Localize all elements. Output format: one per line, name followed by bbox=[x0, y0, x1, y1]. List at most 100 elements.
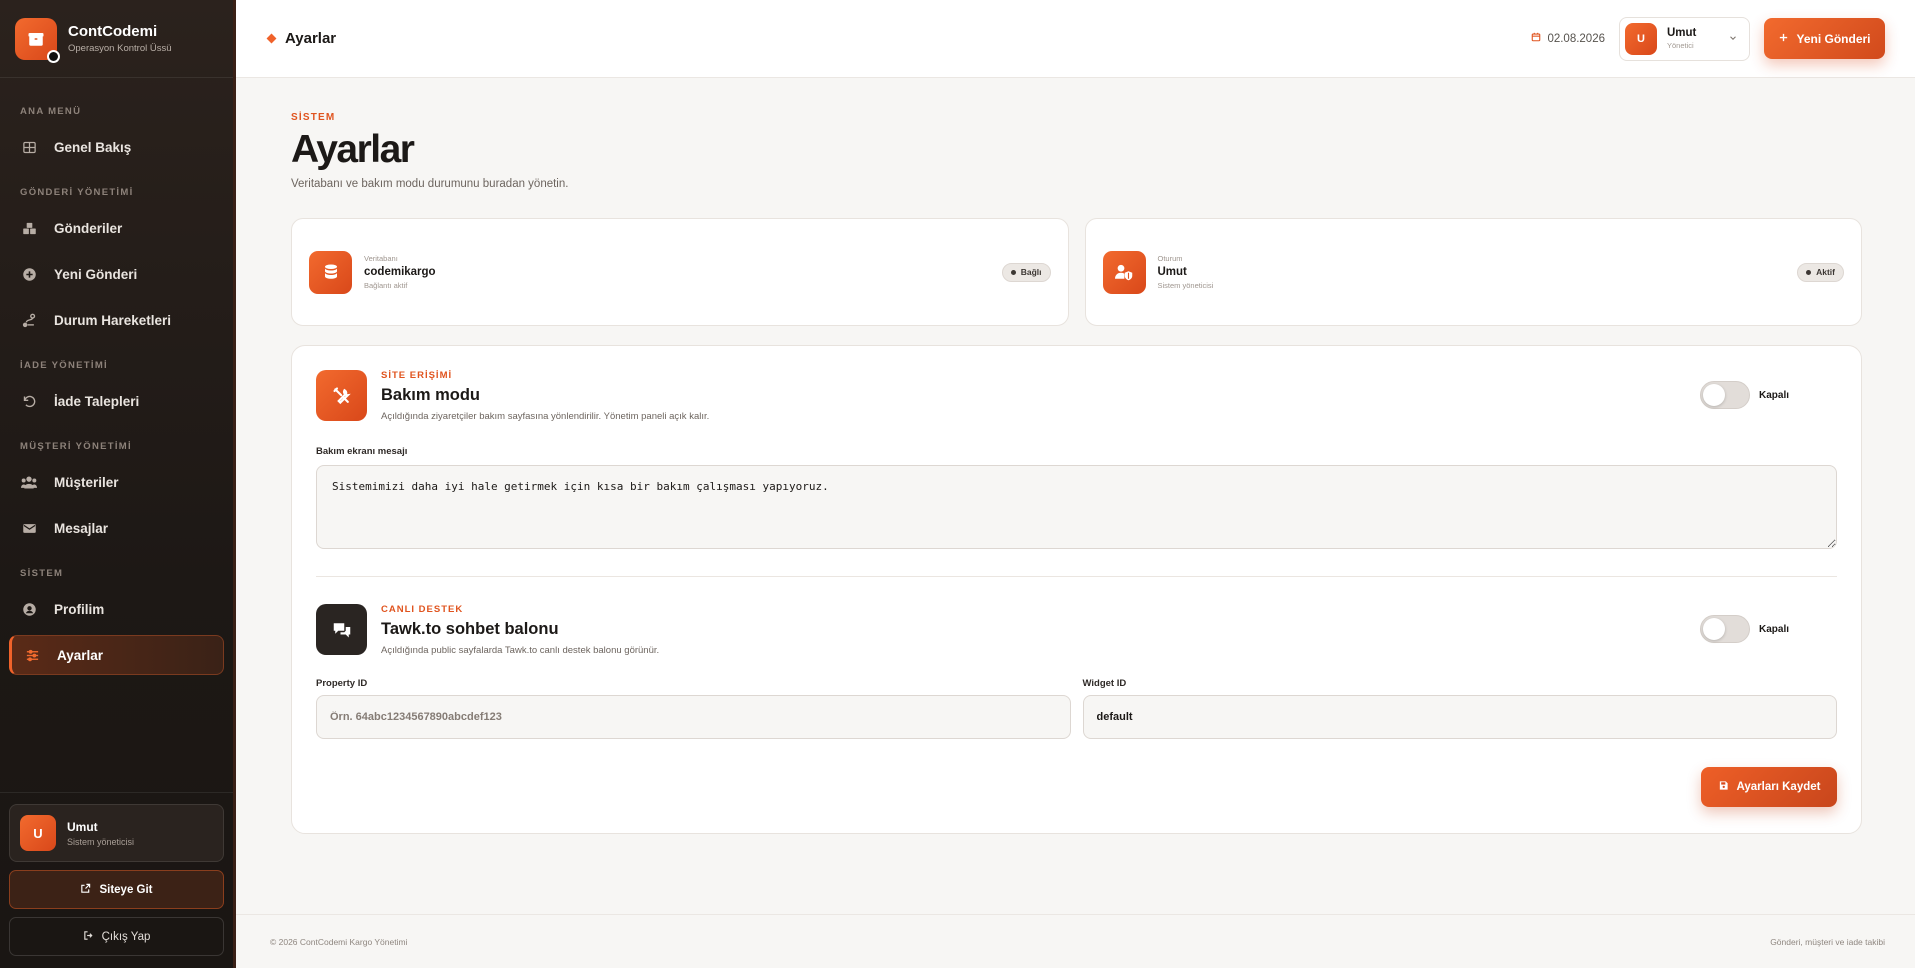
brand-subtitle: Operasyon Kontrol Üssü bbox=[68, 43, 172, 54]
page-description: Veritabanı ve bakım modu durumunu burada… bbox=[291, 178, 569, 190]
sidebar-item-shipments[interactable]: Gönderiler bbox=[9, 208, 224, 248]
plus-circle-icon bbox=[21, 266, 37, 282]
page-breadcrumb: Ayarlar bbox=[266, 30, 337, 47]
sidebar-nav: ANA MENÜ Genel Bakış GÖNDERİ YÖNETİMİ Gö… bbox=[0, 78, 233, 675]
database-icon bbox=[309, 250, 352, 294]
sidebar-item-label: Genel Bakış bbox=[54, 139, 132, 155]
page-title: Ayarlar bbox=[291, 128, 415, 171]
sidebar-item-profile[interactable]: Profilim bbox=[9, 589, 224, 629]
sidebar-item-settings[interactable]: Ayarlar bbox=[9, 635, 224, 675]
toggle-label: Kapalı bbox=[1758, 623, 1789, 635]
info-sub: Sistem yöneticisi bbox=[1157, 281, 1214, 290]
calendar-icon bbox=[1531, 32, 1541, 45]
chat-bubbles-icon bbox=[316, 604, 367, 655]
database-card: Veritabanı codemikargo Bağlantı aktif Ba… bbox=[291, 218, 1069, 326]
go-to-site-button[interactable]: Siteye Git bbox=[9, 870, 224, 909]
save-label: Ayarları Kaydet bbox=[1736, 781, 1821, 793]
user-circle-icon bbox=[21, 601, 37, 617]
new-shipment-label: Yeni Gönderi bbox=[1796, 31, 1871, 46]
users-icon bbox=[21, 474, 37, 490]
livechat-toggle[interactable] bbox=[1699, 615, 1750, 643]
current-date: 02.08.2026 bbox=[1531, 32, 1605, 45]
plus-icon bbox=[1778, 32, 1789, 46]
nav-section-label: GÖNDERİ YÖNETİMİ bbox=[20, 187, 134, 198]
brand-name: ContCodemi bbox=[68, 23, 158, 40]
user-menu-dropdown[interactable]: U Umut Yönetici bbox=[1619, 16, 1750, 61]
section-description: Açıldığında public sayfalarda Tawk.to ca… bbox=[381, 645, 660, 656]
footer-copyright: © 2026 ContCodemi Kargo Yönetimi bbox=[270, 936, 408, 947]
section-eyebrow: CANLI DESTEK bbox=[381, 604, 464, 615]
new-shipment-button[interactable]: Yeni Gönderi bbox=[1764, 18, 1885, 59]
sidebar-item-label: Gönderiler bbox=[54, 220, 123, 236]
boxes-icon bbox=[21, 220, 37, 236]
sidebar-item-returns[interactable]: İade Talepleri bbox=[9, 381, 224, 421]
sidebar-item-overview[interactable]: Genel Bakış bbox=[9, 127, 224, 167]
nav-section-label: MÜŞTERİ YÖNETİMİ bbox=[20, 441, 132, 452]
tools-icon bbox=[316, 370, 367, 421]
user-name: Umut bbox=[67, 819, 98, 834]
page-eyebrow: SİSTEM bbox=[291, 112, 336, 123]
sidebar-item-label: Yeni Gönderi bbox=[54, 266, 138, 282]
sidebar-item-label: Mesajlar bbox=[54, 520, 109, 536]
save-icon bbox=[1718, 780, 1729, 794]
maintenance-section: SİTE ERİŞİMİ Bakım modu Açıldığında ziya… bbox=[316, 346, 1837, 422]
info-value: codemikargo bbox=[364, 266, 436, 278]
sidebar-user-card[interactable]: U Umut Sistem yöneticisi bbox=[9, 804, 224, 862]
user-role: Sistem yöneticisi bbox=[67, 836, 135, 847]
property-id-label: Property ID bbox=[316, 678, 368, 689]
undo-icon bbox=[21, 393, 37, 409]
box-logo-icon bbox=[15, 17, 60, 63]
widget-id-label: Widget ID bbox=[1082, 678, 1127, 689]
badge-label: Bağlı bbox=[1020, 267, 1042, 277]
chevron-down-icon bbox=[1728, 30, 1738, 48]
widget-id-input[interactable] bbox=[1082, 695, 1837, 739]
livechat-section: CANLI DESTEK Tawk.to sohbet balonu Açıld… bbox=[316, 577, 1837, 656]
section-description: Açıldığında ziyaretçiler bakım sayfasına… bbox=[381, 411, 710, 422]
avatar: U bbox=[1625, 22, 1657, 55]
toggle-label: Kapalı bbox=[1758, 389, 1789, 401]
sidebar-item-messages[interactable]: Mesajlar bbox=[9, 508, 224, 548]
sidebar-item-label: İade Talepleri bbox=[54, 393, 140, 409]
maintenance-message-label: Bakım ekranı mesajı bbox=[316, 446, 408, 457]
grid-icon bbox=[21, 139, 37, 155]
property-id-input[interactable] bbox=[316, 695, 1071, 739]
user-role: Yönetici bbox=[1667, 41, 1694, 50]
logout-button[interactable]: Çıkış Yap bbox=[9, 917, 224, 956]
status-badge: Bağlı bbox=[1001, 262, 1051, 282]
info-label: Oturum bbox=[1157, 254, 1183, 263]
section-eyebrow: SİTE ERİŞİMİ bbox=[381, 370, 453, 381]
info-sub: Bağlantı aktif bbox=[364, 281, 408, 290]
footer-tagline: Gönderi, müşteri ve iade takibi bbox=[1770, 936, 1885, 947]
sidebar: ContCodemi Operasyon Kontrol Üssü ANA ME… bbox=[0, 0, 236, 968]
sidebar-item-label: Durum Hareketleri bbox=[54, 312, 172, 328]
maintenance-message-textarea[interactable]: Sistemimizi daha iyi hale getirmek için … bbox=[316, 465, 1837, 549]
route-icon bbox=[21, 312, 37, 328]
go-to-site-label: Siteye Git bbox=[99, 883, 153, 896]
sidebar-item-new-shipment[interactable]: Yeni Gönderi bbox=[9, 254, 224, 294]
maintenance-toggle[interactable] bbox=[1699, 381, 1750, 409]
sliders-icon bbox=[24, 647, 40, 663]
settings-panel: SİTE ERİŞİMİ Bakım modu Açıldığında ziya… bbox=[291, 345, 1862, 834]
section-title: Bakım modu bbox=[381, 386, 481, 404]
status-badge: Aktif bbox=[1797, 262, 1844, 282]
mail-icon bbox=[21, 520, 37, 536]
nav-section-label: ANA MENÜ bbox=[20, 106, 82, 117]
logout-icon bbox=[83, 930, 94, 944]
sidebar-footer: U Umut Sistem yöneticisi Siteye Git Çıkı… bbox=[0, 792, 233, 968]
main-content: SİSTEM Ayarlar Veritabanı ve bakım modu … bbox=[291, 78, 1862, 834]
info-value: Umut bbox=[1157, 266, 1187, 278]
avatar: U bbox=[20, 815, 56, 851]
sidebar-item-label: Ayarlar bbox=[57, 647, 104, 663]
date-text: 02.08.2026 bbox=[1547, 32, 1605, 45]
session-card: Oturum Umut Sistem yöneticisi Aktif bbox=[1084, 218, 1862, 326]
nav-section-label: SİSTEM bbox=[20, 568, 64, 579]
sidebar-item-customers[interactable]: Müşteriler bbox=[9, 462, 224, 502]
topbar-title: Ayarlar bbox=[285, 30, 337, 47]
topbar: Ayarlar 02.08.2026 U Umut Yönetici Yeni … bbox=[236, 0, 1915, 78]
brand[interactable]: ContCodemi Operasyon Kontrol Üssü bbox=[0, 0, 233, 78]
page-footer: © 2026 ContCodemi Kargo Yönetimi Gönderi… bbox=[236, 914, 1915, 968]
sidebar-item-label: Profilim bbox=[54, 601, 105, 617]
user-shield-icon bbox=[1102, 250, 1146, 294]
save-settings-button[interactable]: Ayarları Kaydet bbox=[1701, 767, 1837, 807]
sidebar-item-status-history[interactable]: Durum Hareketleri bbox=[9, 300, 224, 340]
